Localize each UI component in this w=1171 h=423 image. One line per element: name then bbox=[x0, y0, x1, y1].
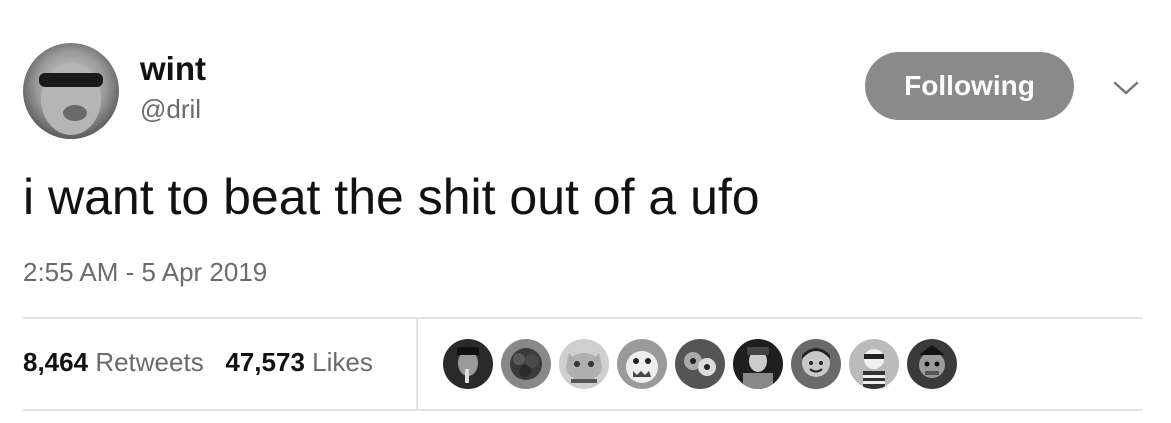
liker-avatar[interactable] bbox=[559, 339, 609, 389]
liker-avatar[interactable] bbox=[849, 339, 899, 389]
liker-avatar[interactable] bbox=[443, 339, 493, 389]
tweet-timestamp[interactable]: 2:55 AM - 5 Apr 2019 bbox=[23, 256, 267, 288]
liker-avatar[interactable] bbox=[791, 339, 841, 389]
tweet-stats: 8,464 Retweets 47,573 Likes bbox=[23, 346, 373, 378]
likes-label: Likes bbox=[312, 347, 373, 377]
divider bbox=[23, 317, 1143, 319]
likes-count: 47,573 bbox=[225, 347, 305, 377]
retweets-stat[interactable]: 8,464 Retweets bbox=[23, 347, 204, 377]
retweets-label: Retweets bbox=[95, 347, 204, 377]
liker-avatar[interactable] bbox=[617, 339, 667, 389]
liker-avatar[interactable] bbox=[907, 339, 957, 389]
likers-avatars bbox=[443, 339, 957, 389]
retweets-count: 8,464 bbox=[23, 347, 89, 377]
liker-avatar[interactable] bbox=[501, 339, 551, 389]
chevron-down-icon[interactable] bbox=[1110, 76, 1142, 100]
tweet-text: i want to beat the shit out of a ufo bbox=[23, 169, 760, 225]
following-button[interactable]: Following bbox=[865, 52, 1074, 120]
author-avatar[interactable] bbox=[23, 43, 119, 139]
likes-stat[interactable]: 47,573 Likes bbox=[225, 347, 372, 377]
divider bbox=[416, 319, 418, 409]
author-handle[interactable]: @dril bbox=[140, 93, 201, 125]
divider bbox=[23, 409, 1143, 411]
liker-avatar[interactable] bbox=[733, 339, 783, 389]
liker-avatar[interactable] bbox=[675, 339, 725, 389]
author-name[interactable]: wint bbox=[140, 50, 206, 88]
